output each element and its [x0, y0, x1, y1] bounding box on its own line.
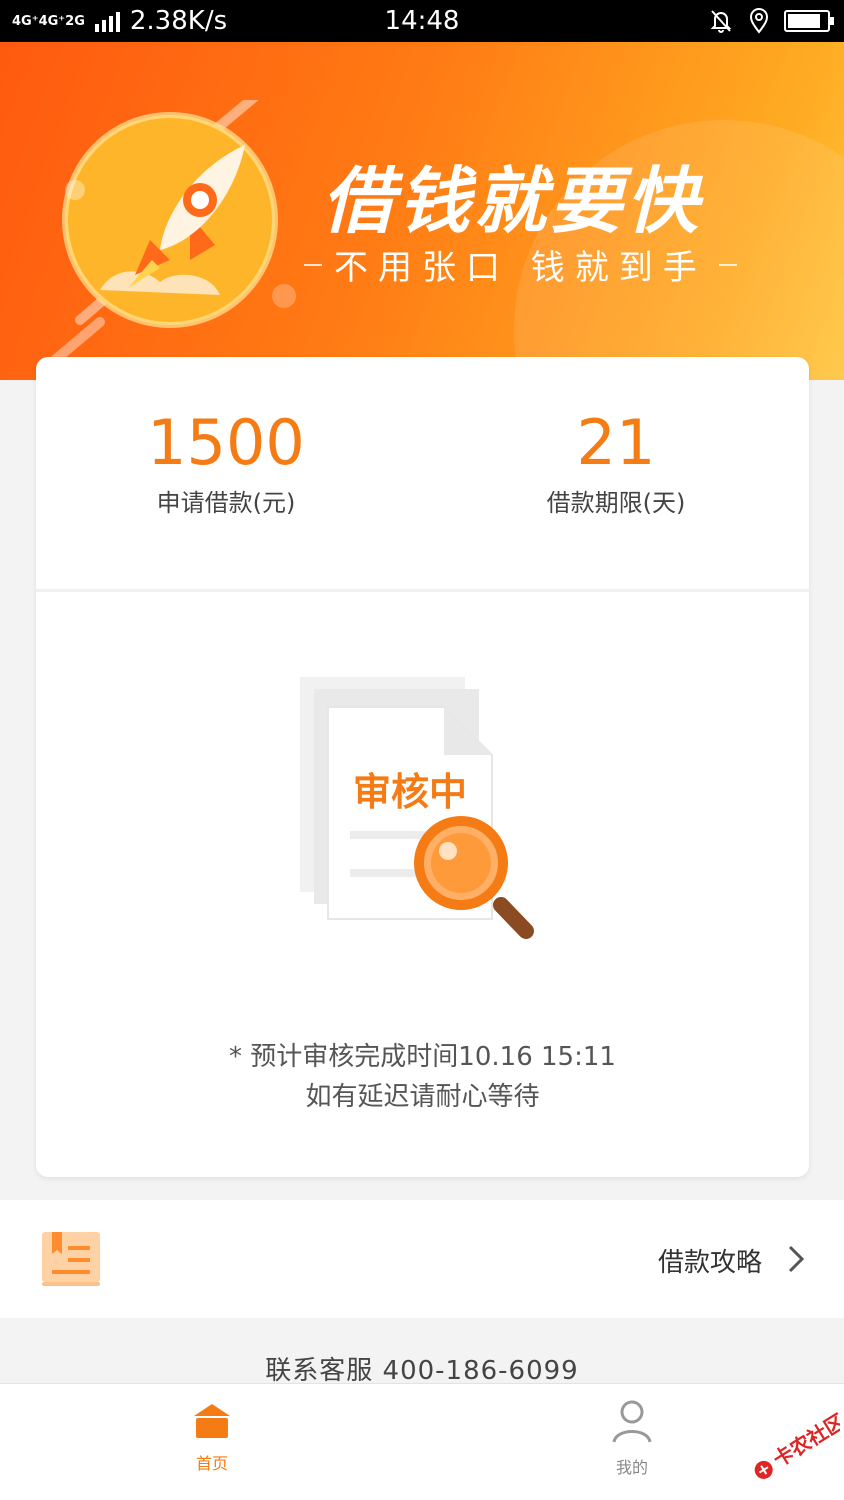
chevron-right-icon: [788, 1245, 805, 1273]
promo-banner: 借钱就要快 不用张口 钱就到手: [0, 42, 844, 380]
loan-amount-label: 申请借款(元): [156, 489, 296, 517]
rocket-icon: [50, 100, 296, 360]
review-wait-note: 如有延迟请耐心等待: [305, 1082, 540, 1112]
loan-guide-label: 借款攻略: [657, 1248, 762, 1278]
location-icon: [749, 8, 769, 34]
home-icon: [194, 1404, 230, 1438]
loan-status-card: 1500 申请借款(元) 21 借款期限(天) 审核中 * 预计审核完成时间10…: [36, 357, 809, 1177]
tab-mine-label: 我的: [615, 1458, 648, 1477]
loan-term-label: 借款期限(天): [546, 489, 686, 517]
loan-amount-stat: 1500 申请借款(元): [76, 407, 376, 518]
review-note: * 预计审核完成时间10.16 15:11 如有延迟请耐心等待: [36, 1037, 809, 1117]
watermark-logo: 卡农社区: [754, 1409, 840, 1479]
status-right: [708, 0, 834, 42]
tab-home[interactable]: 首页: [152, 1398, 272, 1474]
dash-divider: [304, 263, 322, 266]
loan-guide-row[interactable]: 借款攻略: [0, 1200, 844, 1318]
loan-amount-value: 1500: [147, 406, 305, 479]
dash-divider: [718, 263, 737, 266]
loan-term-value: 21: [576, 406, 656, 479]
status-bar: 4G⁺4G⁺2G 2.38K/s 14:48: [0, 0, 844, 42]
card-divider: [36, 589, 809, 592]
banner-subtitle-text: 不用张口 钱就到手: [334, 248, 707, 288]
banner-title: 借钱就要快: [322, 159, 703, 243]
battery-icon: [784, 10, 834, 32]
loan-term-stat: 21 借款期限(天): [466, 407, 766, 518]
watermark-text: 卡农社区: [769, 1409, 840, 1472]
tab-mine[interactable]: 我的: [572, 1398, 692, 1478]
banner-subtitle: 不用张口 钱就到手: [304, 240, 737, 289]
guide-book-icon: [42, 1232, 100, 1286]
mute-bell-icon: [710, 10, 732, 33]
user-icon: [612, 1400, 652, 1443]
bottom-tab-bar: 首页 我的: [0, 1383, 844, 1500]
tab-home-label: 首页: [195, 1454, 228, 1473]
review-estimate: * 预计审核完成时间10.16 15:11: [229, 1042, 616, 1072]
document-review-icon: 审核中: [300, 677, 534, 939]
review-status-text: 审核中: [353, 770, 467, 814]
customer-service-contact[interactable]: 联系客服 400-186-6099: [0, 1350, 844, 1387]
